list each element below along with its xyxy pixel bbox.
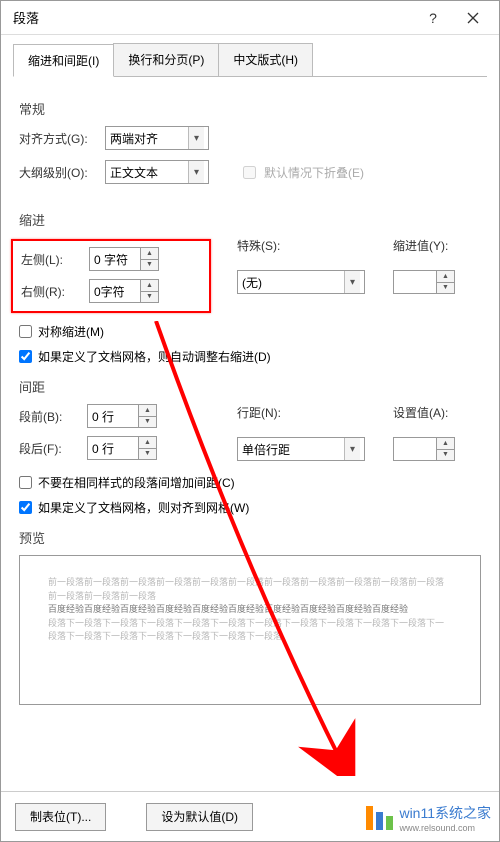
chevron-down-icon: ▾ bbox=[344, 271, 360, 293]
mirror-indents-checkbox[interactable] bbox=[19, 325, 32, 338]
space-after-label: 段后(F): bbox=[19, 440, 79, 457]
alignment-label: 对齐方式(G): bbox=[19, 130, 97, 147]
indent-by-input[interactable] bbox=[394, 271, 436, 293]
space-after-spinner[interactable]: ▲▼ bbox=[87, 436, 157, 460]
indent-right-label: 右侧(R): bbox=[21, 283, 81, 300]
snap-to-grid-label: 如果定义了文档网格，则对齐到网格(W) bbox=[38, 499, 249, 516]
set-default-button[interactable]: 设为默认值(D) bbox=[146, 803, 253, 831]
special-indent-combo[interactable]: (无)▾ bbox=[237, 270, 365, 294]
collapse-default-label: 默认情况下折叠(E) bbox=[264, 164, 364, 181]
tab-strip: 缩进和间距(I) 换行和分页(P) 中文版式(H) bbox=[13, 43, 487, 77]
spinner-up-icon[interactable]: ▲ bbox=[139, 405, 156, 417]
close-icon bbox=[467, 12, 479, 24]
snap-to-grid-checkbox[interactable] bbox=[19, 501, 32, 514]
spinner-down-icon[interactable]: ▼ bbox=[141, 292, 158, 303]
preview-line-sample: 百度经验百度经验百度经验百度经验百度经验百度经验百度经验百度经验百度经验百度经验 bbox=[48, 603, 452, 617]
indent-left-label: 左侧(L): bbox=[21, 251, 81, 268]
spinner-up-icon[interactable]: ▲ bbox=[141, 280, 158, 292]
spinner-down-icon[interactable]: ▼ bbox=[139, 417, 156, 428]
special-indent-label: 特殊(S): bbox=[237, 237, 367, 254]
spinner-down-icon[interactable]: ▼ bbox=[437, 450, 454, 461]
section-indent: 缩进 bbox=[19, 210, 481, 229]
highlight-box: 左侧(L): ▲▼ 右侧(R): ▲▼ bbox=[11, 239, 211, 313]
line-spacing-combo[interactable]: 单倍行距▾ bbox=[237, 437, 365, 461]
spinner-up-icon[interactable]: ▲ bbox=[141, 248, 158, 260]
section-general: 常规 bbox=[19, 99, 481, 118]
spinner-down-icon[interactable]: ▼ bbox=[141, 260, 158, 271]
tab-chinese-layout[interactable]: 中文版式(H) bbox=[218, 43, 313, 76]
chevron-down-icon: ▾ bbox=[344, 438, 360, 460]
space-before-spinner[interactable]: ▲▼ bbox=[87, 404, 157, 428]
help-button[interactable]: ? bbox=[413, 4, 453, 32]
spinner-down-icon[interactable]: ▼ bbox=[437, 283, 454, 294]
space-before-input[interactable] bbox=[88, 405, 138, 427]
spacing-at-label: 设置值(A): bbox=[393, 404, 455, 421]
paragraph-dialog: 段落 ? 缩进和间距(I) 换行和分页(P) 中文版式(H) 常规 对齐方式(G… bbox=[0, 0, 500, 842]
dialog-title: 段落 bbox=[13, 8, 413, 27]
spinner-up-icon[interactable]: ▲ bbox=[437, 438, 454, 450]
tabs-button[interactable]: 制表位(T)... bbox=[15, 803, 106, 831]
space-after-input[interactable] bbox=[88, 437, 138, 459]
watermark-logo-icon bbox=[366, 806, 393, 830]
no-space-same-style-checkbox[interactable] bbox=[19, 476, 32, 489]
outline-level-label: 大纲级别(O): bbox=[19, 164, 97, 181]
spinner-up-icon[interactable]: ▲ bbox=[139, 437, 156, 449]
auto-adjust-right-indent-label: 如果定义了文档网格，则自动调整右缩进(D) bbox=[38, 348, 271, 365]
titlebar: 段落 ? bbox=[1, 1, 499, 35]
watermark-url: www.relsound.com bbox=[399, 823, 491, 833]
no-space-same-style-label: 不要在相同样式的段落间增加间距(C) bbox=[38, 474, 235, 491]
spacing-at-spinner[interactable]: ▲▼ bbox=[393, 437, 455, 461]
indent-left-input[interactable] bbox=[90, 248, 140, 270]
indent-by-spinner[interactable]: ▲▼ bbox=[393, 270, 455, 294]
spacing-at-input[interactable] bbox=[394, 438, 436, 460]
preview-box: 前一段落前一段落前一段落前一段落前一段落前一段落前一段落前一段落前一段落前一段落… bbox=[19, 555, 481, 705]
preview-line-after: 段落下一段落下一段落下一段落下一段落下一段落下一段落下一段落下一段落下一段落下一… bbox=[48, 617, 452, 644]
close-button[interactable] bbox=[453, 4, 493, 32]
watermark-text: win11系统之家 bbox=[399, 803, 491, 823]
chevron-down-icon: ▾ bbox=[188, 127, 204, 149]
auto-adjust-right-indent-checkbox[interactable] bbox=[19, 350, 32, 363]
line-spacing-label: 行距(N): bbox=[237, 404, 367, 421]
indent-right-spinner[interactable]: ▲▼ bbox=[89, 279, 159, 303]
indent-right-input[interactable] bbox=[90, 280, 140, 302]
chevron-down-icon: ▾ bbox=[188, 161, 204, 183]
tab-indent-spacing[interactable]: 缩进和间距(I) bbox=[13, 44, 114, 77]
outline-level-combo[interactable]: 正文文本▾ bbox=[105, 160, 209, 184]
alignment-combo[interactable]: 两端对齐▾ bbox=[105, 126, 209, 150]
indent-by-label: 缩进值(Y): bbox=[393, 237, 455, 254]
watermark: win11系统之家 www.relsound.com bbox=[362, 801, 495, 835]
space-before-label: 段前(B): bbox=[19, 408, 79, 425]
section-preview: 预览 bbox=[19, 528, 481, 547]
preview-line-before: 前一段落前一段落前一段落前一段落前一段落前一段落前一段落前一段落前一段落前一段落… bbox=[48, 576, 452, 603]
indent-left-spinner[interactable]: ▲▼ bbox=[89, 247, 159, 271]
collapse-default-checkbox bbox=[243, 166, 256, 179]
section-spacing: 间距 bbox=[19, 377, 481, 396]
mirror-indents-label: 对称缩进(M) bbox=[38, 323, 104, 340]
spinner-up-icon[interactable]: ▲ bbox=[437, 271, 454, 283]
spinner-down-icon[interactable]: ▼ bbox=[139, 449, 156, 460]
tab-line-page-breaks[interactable]: 换行和分页(P) bbox=[113, 43, 219, 76]
